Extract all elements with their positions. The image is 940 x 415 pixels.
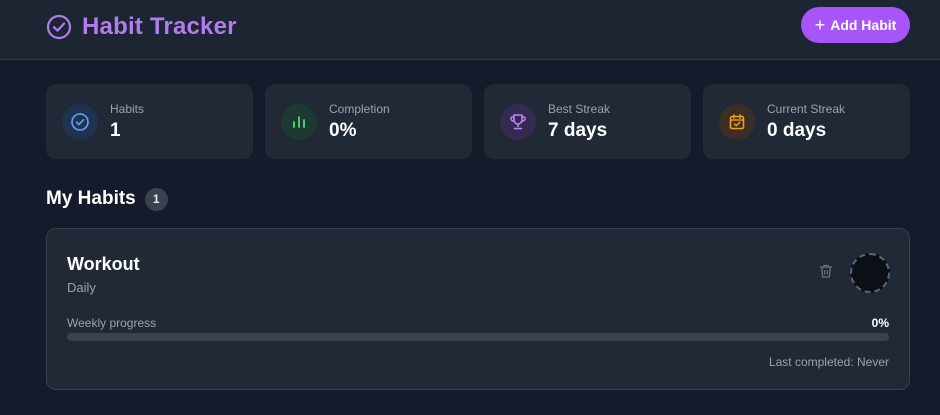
add-habit-label: Add Habit [830, 17, 897, 33]
stat-label: Best Streak [548, 102, 611, 116]
plus-icon: + [814, 15, 826, 35]
section-title: My Habits [46, 188, 136, 209]
stat-card-best-streak: Best Streak 7 days [484, 84, 691, 159]
add-habit-button[interactable]: + Add Habit [801, 7, 910, 43]
stat-label: Habits [110, 102, 145, 116]
habit-name: Workout [67, 254, 140, 274]
bar-chart-icon [281, 104, 317, 140]
stat-value: 1 [110, 120, 121, 141]
trash-icon [818, 263, 834, 284]
check-circle-icon [62, 104, 98, 140]
stat-card-habits: Habits 1 [46, 84, 253, 159]
mark-complete-button[interactable] [850, 253, 890, 293]
check-circle-icon [46, 14, 72, 40]
habit-card: Workout Daily Weekly progress 0% Last co… [46, 228, 910, 390]
stat-value: 0 days [767, 120, 827, 141]
stat-label: Current Streak [767, 102, 846, 116]
delete-habit-button[interactable] [816, 263, 836, 283]
weekly-progress-bar [67, 333, 889, 341]
stat-label: Completion [329, 102, 390, 116]
habit-count-badge: 1 [144, 187, 168, 211]
habit-frequency: Daily [67, 280, 96, 295]
brand: Habit Tracker [46, 12, 237, 42]
stat-value: 0% [329, 120, 357, 141]
trophy-icon [500, 104, 536, 140]
last-completed-text: Last completed: Never [768, 355, 889, 369]
stat-value: 7 days [548, 120, 608, 141]
app-title: Habit Tracker [82, 13, 237, 40]
progress-percent: 0% [871, 316, 889, 330]
progress-label: Weekly progress [67, 316, 157, 330]
app-header: Habit Tracker + Add Habit [0, 0, 940, 60]
stat-card-current-streak: Current Streak 0 days [703, 84, 910, 159]
stat-card-completion: Completion 0% [265, 84, 472, 159]
calendar-check-icon [719, 104, 755, 140]
habits-section-header: My Habits 1 [46, 187, 168, 211]
